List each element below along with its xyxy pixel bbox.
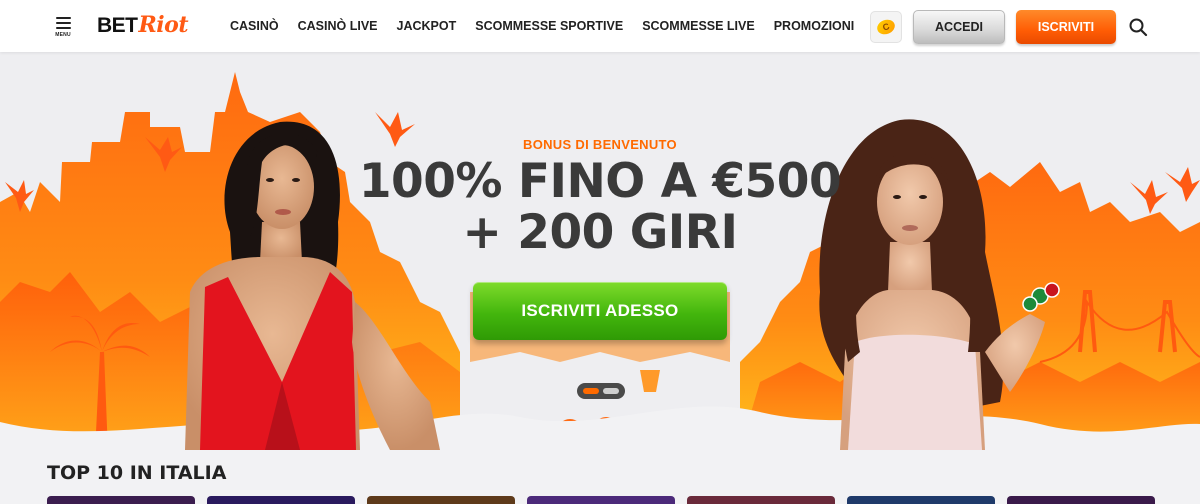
signup-now-button[interactable]: ISCRIVITI ADESSO xyxy=(473,282,727,340)
main-nav: CASINÒ CASINÒ LIVE JACKPOT SCOMMESSE SPO… xyxy=(230,0,873,52)
top-header: MENU BET Riot CASINÒ CASINÒ LIVE JACKPOT … xyxy=(0,0,1200,52)
hero-text-block: BONUS DI BENVENUTO 100% FINO A €500 + 20… xyxy=(0,137,1200,258)
coin-icon: C xyxy=(875,17,897,37)
logo-riot: Riot xyxy=(138,12,189,38)
nav-promotions[interactable]: PROMOZIONI xyxy=(774,19,855,33)
nav-casino[interactable]: CASINÒ xyxy=(230,19,279,33)
nav-live-betting[interactable]: SCOMMESSE LIVE xyxy=(642,19,755,33)
top10-section-title: TOP 10 IN ITALIA xyxy=(47,462,227,484)
nav-sports-betting[interactable]: SCOMMESSE SPORTIVE xyxy=(475,19,623,33)
carousel-indicator[interactable] xyxy=(577,383,625,399)
game-card[interactable] xyxy=(687,496,835,504)
carousel-dot-2[interactable] xyxy=(603,388,619,394)
headline-line1: 100% FINO A €500 xyxy=(358,154,842,209)
betriot-logo[interactable]: BET Riot xyxy=(97,12,188,40)
game-card[interactable] xyxy=(367,496,515,504)
logo-bet: BET xyxy=(97,14,138,37)
hamburger-icon-bar xyxy=(55,22,71,24)
game-cards-row xyxy=(47,496,1200,504)
carousel-dot-1[interactable] xyxy=(583,388,599,394)
login-button[interactable]: ACCEDI xyxy=(913,10,1005,44)
menu-button[interactable]: MENU xyxy=(52,13,74,39)
search-button[interactable] xyxy=(1128,17,1148,37)
hamburger-icon xyxy=(55,17,71,19)
bonus-label: BONUS DI BENVENUTO xyxy=(523,137,677,152)
game-card[interactable] xyxy=(207,496,355,504)
game-card[interactable] xyxy=(527,496,675,504)
nav-jackpot[interactable]: JACKPOT xyxy=(397,19,457,33)
headline-line2: + 200 GIRI xyxy=(462,205,738,260)
nav-casino-live[interactable]: CASINÒ LIVE xyxy=(298,19,378,33)
search-icon xyxy=(1129,18,1148,37)
game-card[interactable] xyxy=(1007,496,1155,504)
hero-banner: BONUS DI BENVENUTO 100% FINO A €500 + 20… xyxy=(0,52,1200,450)
coin-button[interactable]: C xyxy=(870,11,902,43)
signup-button[interactable]: ISCRIVITI xyxy=(1016,10,1116,44)
game-card[interactable] xyxy=(847,496,995,504)
hamburger-icon-bar xyxy=(55,27,71,29)
game-card[interactable] xyxy=(47,496,195,504)
menu-label: MENU xyxy=(55,32,71,38)
